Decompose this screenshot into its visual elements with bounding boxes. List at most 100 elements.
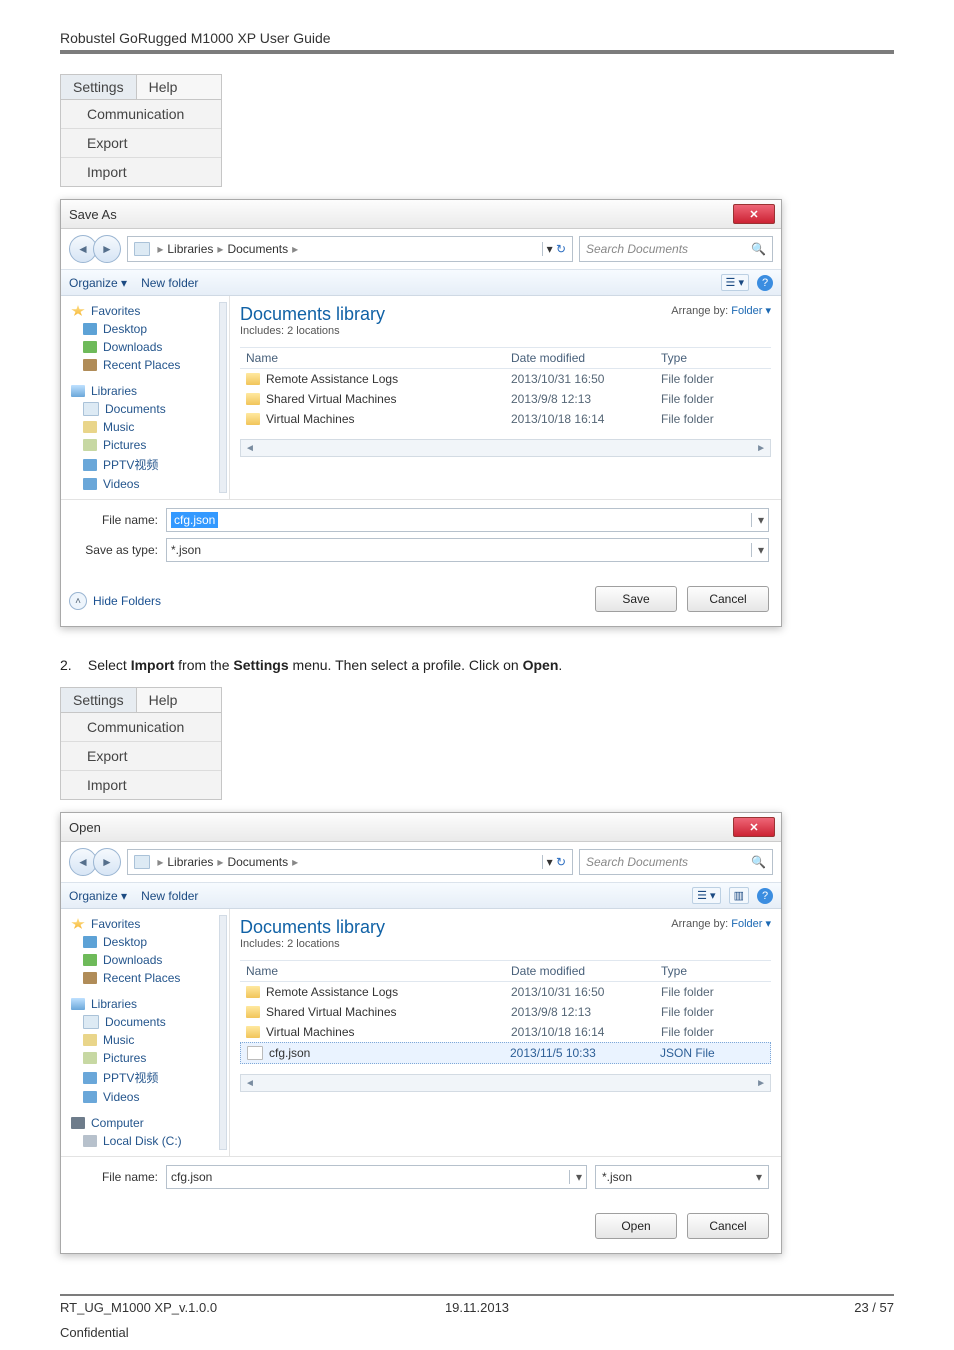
refresh-icon[interactable]: ↻	[556, 242, 566, 256]
savetype-input[interactable]: *.json ▾	[166, 538, 769, 562]
list-item[interactable]: Remote Assistance Logs 2013/10/31 16:50 …	[240, 369, 771, 389]
footer-rule	[60, 1294, 894, 1296]
menu-item-export[interactable]: Export	[61, 129, 221, 158]
close-icon[interactable]: ✕	[733, 817, 775, 837]
save-button[interactable]: Save	[595, 586, 677, 612]
view-options-button[interactable]: ☰ ▾	[692, 887, 720, 904]
col-type[interactable]: Type	[661, 964, 771, 978]
nav-downloads[interactable]: Downloads	[103, 340, 162, 354]
chevron-down-icon[interactable]: ▾	[569, 1170, 582, 1184]
nav-recent-places[interactable]: Recent Places	[103, 971, 180, 985]
chevron-down-icon[interactable]: ▾	[750, 1170, 762, 1184]
nav-videos[interactable]: Videos	[103, 1090, 139, 1104]
arrange-label: Arrange by:	[671, 918, 728, 930]
nav-music[interactable]: Music	[103, 1033, 134, 1047]
view-options-button[interactable]: ☰ ▾	[721, 274, 749, 291]
nav-downloads[interactable]: Downloads	[103, 953, 162, 967]
menu-item-import[interactable]: Import	[61, 158, 221, 186]
nav-scrollbar[interactable]	[219, 915, 227, 1150]
nav-pptv[interactable]: PPTV视频	[103, 1069, 158, 1086]
cancel-button[interactable]: Cancel	[687, 1213, 769, 1239]
chevron-down-icon[interactable]: ▾	[751, 543, 764, 557]
list-item[interactable]: Remote Assistance Logs 2013/10/31 16:50 …	[240, 982, 771, 1002]
nav-forward-icon[interactable]: ►	[93, 848, 121, 876]
footer-right: 23 / 57	[616, 1300, 894, 1315]
breadcrumb-libraries[interactable]: Libraries	[167, 855, 213, 869]
nav-favorites[interactable]: Favorites	[91, 304, 140, 318]
file-name: Shared Virtual Machines	[266, 1005, 397, 1019]
list-item[interactable]: Shared Virtual Machines 2013/9/8 12:13 F…	[240, 389, 771, 409]
breadcrumb-drop-icon[interactable]: ▾	[547, 242, 553, 256]
nav-pictures[interactable]: Pictures	[103, 438, 146, 452]
nav-desktop[interactable]: Desktop	[103, 322, 147, 336]
list-item[interactable]: Virtual Machines 2013/10/18 16:14 File f…	[240, 1022, 771, 1042]
new-folder-button[interactable]: New folder	[141, 889, 198, 903]
menu-settings[interactable]: Settings	[61, 688, 137, 712]
nav-music[interactable]: Music	[103, 420, 134, 434]
arrange-value[interactable]: Folder ▾	[731, 918, 771, 930]
list-item[interactable]: Shared Virtual Machines 2013/9/8 12:13 F…	[240, 1002, 771, 1022]
menu-item-import[interactable]: Import	[61, 771, 221, 799]
new-folder-button[interactable]: New folder	[141, 276, 198, 290]
menu-help[interactable]: Help	[137, 75, 190, 99]
menu-item-communication[interactable]: Communication	[61, 100, 221, 129]
organize-button[interactable]: Organize ▾	[69, 276, 127, 290]
col-type[interactable]: Type	[661, 351, 771, 365]
menu-help[interactable]: Help	[137, 688, 190, 712]
nav-recent-places[interactable]: Recent Places	[103, 358, 180, 372]
column-headers[interactable]: Name Date modified Type	[240, 347, 771, 369]
refresh-icon[interactable]: ↻	[556, 855, 566, 869]
horizontal-scrollbar[interactable]: ◄►	[240, 439, 771, 457]
hide-folders-button[interactable]: ˄ Hide Folders	[61, 592, 161, 610]
column-headers[interactable]: Name Date modified Type	[240, 960, 771, 982]
arrange-by[interactable]: Arrange by: Folder ▾	[671, 917, 771, 930]
nav-pictures[interactable]: Pictures	[103, 1051, 146, 1065]
col-name[interactable]: Name	[240, 351, 511, 365]
menu-item-communication[interactable]: Communication	[61, 713, 221, 742]
filename-input[interactable]: cfg.json ▾	[166, 508, 769, 532]
chevron-down-icon[interactable]: ▾	[751, 513, 764, 527]
breadcrumb[interactable]: ▸ Libraries ▸ Documents ▸ ▾ ↻	[127, 849, 573, 875]
help-icon[interactable]: ?	[757, 888, 773, 904]
disk-icon	[83, 1135, 97, 1147]
nav-local-disk[interactable]: Local Disk (C:)	[103, 1134, 182, 1148]
col-name[interactable]: Name	[240, 964, 511, 978]
nav-favorites[interactable]: Favorites	[91, 917, 140, 931]
breadcrumb-documents[interactable]: Documents	[227, 242, 288, 256]
col-date[interactable]: Date modified	[511, 351, 661, 365]
col-date[interactable]: Date modified	[511, 964, 661, 978]
breadcrumb[interactable]: ▸ Libraries ▸ Documents ▸ ▾ ↻	[127, 236, 573, 262]
menu-settings[interactable]: Settings	[61, 75, 137, 99]
search-input[interactable]: Search Documents 🔍	[579, 236, 773, 262]
nav-videos[interactable]: Videos	[103, 477, 139, 491]
breadcrumb-libraries[interactable]: Libraries	[167, 242, 213, 256]
list-item[interactable]: Virtual Machines 2013/10/18 16:14 File f…	[240, 409, 771, 429]
arrange-by[interactable]: Arrange by: Folder ▾	[671, 304, 771, 317]
list-item-selected[interactable]: cfg.json 2013/11/5 10:33 JSON File	[240, 1042, 771, 1064]
close-icon[interactable]: ✕	[733, 204, 775, 224]
nav-documents[interactable]: Documents	[105, 402, 166, 416]
open-button[interactable]: Open	[595, 1213, 677, 1239]
file-filter-select[interactable]: *.json ▾	[595, 1165, 769, 1189]
nav-pptv[interactable]: PPTV视频	[103, 456, 158, 473]
search-input[interactable]: Search Documents 🔍	[579, 849, 773, 875]
preview-pane-button[interactable]: ▥	[729, 887, 749, 904]
menu-item-export[interactable]: Export	[61, 742, 221, 771]
cancel-button[interactable]: Cancel	[687, 586, 769, 612]
computer-icon	[71, 1117, 85, 1129]
breadcrumb-documents[interactable]: Documents	[227, 855, 288, 869]
organize-button[interactable]: Organize ▾	[69, 889, 127, 903]
nav-desktop[interactable]: Desktop	[103, 935, 147, 949]
breadcrumb-drop-icon[interactable]: ▾	[547, 855, 553, 869]
arrange-value[interactable]: Folder ▾	[731, 305, 771, 317]
help-icon[interactable]: ?	[757, 275, 773, 291]
nav-libraries[interactable]: Libraries	[91, 384, 137, 398]
horizontal-scrollbar[interactable]: ◄►	[240, 1074, 771, 1092]
filename-input[interactable]: cfg.json ▾	[166, 1165, 587, 1189]
nav-libraries[interactable]: Libraries	[91, 997, 137, 1011]
nav-scrollbar[interactable]	[219, 302, 227, 493]
nav-computer[interactable]: Computer	[91, 1116, 144, 1130]
nav-forward-icon[interactable]: ►	[93, 235, 121, 263]
nav-documents[interactable]: Documents	[105, 1015, 166, 1029]
file-type: JSON File	[660, 1046, 770, 1060]
